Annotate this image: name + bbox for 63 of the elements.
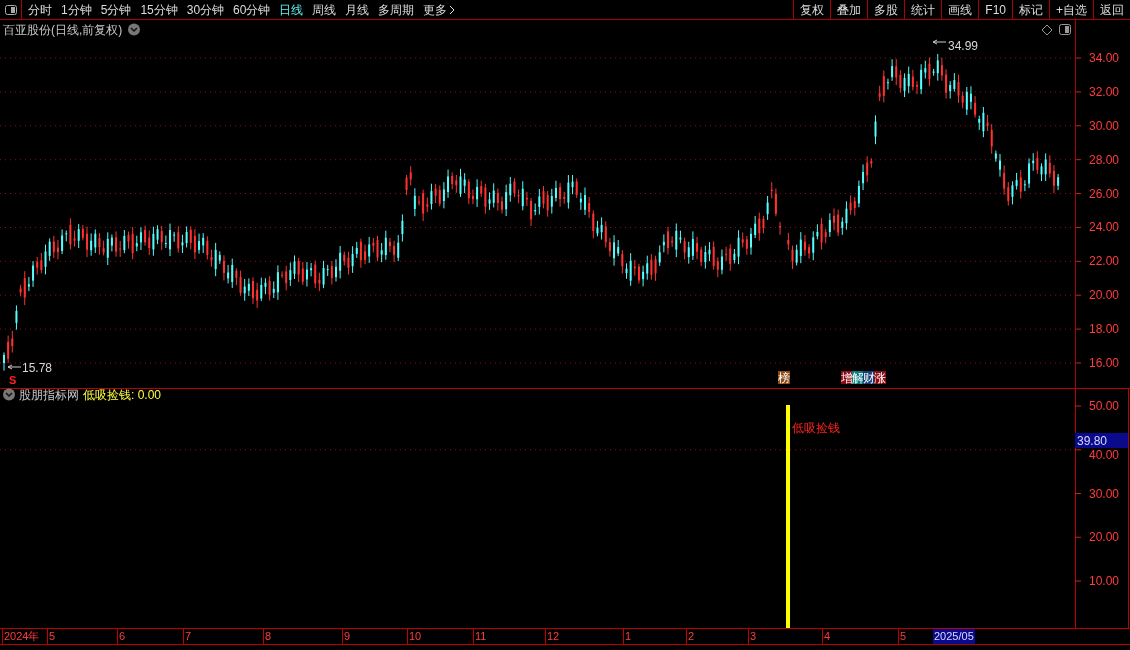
date-axis-label: 2024年 (2, 629, 40, 644)
period-tab[interactable]: 5分钟 (100, 0, 132, 19)
current-date-tag: 2025/05 (933, 629, 975, 644)
period-tab[interactable]: 30分钟 (186, 0, 225, 19)
period-tab[interactable]: 1分钟 (61, 0, 92, 19)
date-axis-label: 7 (183, 629, 192, 644)
event-badge: 涨 (874, 371, 886, 384)
date-axis-label: 9 (342, 629, 351, 644)
price-axis-label: 28.00 (1089, 152, 1120, 167)
signal-marker: S (9, 374, 17, 386)
toolbar-button[interactable]: 复权 (793, 0, 831, 19)
toolbar-button[interactable]: 标记 (1012, 0, 1049, 19)
chart-title: 百亚股份(日线,前复权) (3, 23, 123, 37)
indicator-axis-label: 40.00 (1089, 447, 1120, 462)
event-badge: 财 (863, 371, 875, 384)
price-axis-label: 18.00 (1089, 322, 1120, 337)
price-axis-label: 30.00 (1089, 118, 1120, 133)
date-axis-label: 5 (898, 629, 907, 644)
date-axis-label: 8 (263, 629, 272, 644)
price-axis-label: 26.00 (1089, 186, 1120, 201)
period-tab[interactable]: 日线 (279, 0, 304, 19)
event-badge: 榜 (778, 371, 790, 384)
price-axis-label: 22.00 (1089, 254, 1120, 269)
more-button[interactable]: 更多 (423, 0, 456, 19)
toolbar-button[interactable]: 叠加 (830, 0, 868, 19)
period-tab[interactable]: 60分钟 (233, 0, 271, 19)
indicator-axis-label: 20.00 (1089, 530, 1120, 545)
price-axis-label: 16.00 (1089, 356, 1120, 370)
price-axis-label: 24.00 (1089, 220, 1120, 235)
date-axis-label: 11 (473, 629, 487, 644)
price-axis-label: 20.00 (1089, 288, 1120, 303)
toolbar-button[interactable]: F10 (978, 0, 1012, 19)
high-price-label: 34.99 (948, 39, 979, 53)
date-axis-label: 1 (623, 629, 632, 644)
date-axis-label: 3 (748, 629, 757, 644)
indicator-axis-label: 50.00 (1089, 399, 1120, 413)
indicator-source: 股朋指标网 (19, 388, 79, 402)
toolbar-button[interactable]: 返回 (1093, 0, 1130, 19)
toolbar-button[interactable]: 统计 (904, 0, 942, 19)
period-tab[interactable]: 多周期 (378, 0, 415, 19)
date-axis-label: 6 (117, 629, 126, 644)
low-price-label: 15.78 (22, 361, 53, 375)
current-value-tag: 39.80 (1075, 433, 1128, 448)
event-badge: 解 (852, 371, 864, 384)
date-axis-label: 5 (47, 629, 56, 644)
signal-label: 低吸捡钱 (792, 421, 840, 435)
toolbar-button[interactable]: 多股 (867, 0, 905, 19)
date-axis-label: 12 (545, 629, 560, 644)
price-axis-label: 34.00 (1089, 51, 1120, 65)
period-tab[interactable]: 周线 (312, 0, 337, 19)
date-axis-label: 2 (686, 629, 695, 644)
indicator-axis-label: 10.00 (1089, 574, 1120, 588)
indicator-axis-label: 30.00 (1089, 486, 1120, 501)
toolbar-button[interactable]: 画线 (941, 0, 979, 19)
date-axis-label: 10 (407, 629, 422, 644)
toolbar-button[interactable]: +自选 (1049, 0, 1093, 19)
indicator-readout: 低吸捡钱: 0.00 (83, 388, 162, 402)
date-axis-label: 4 (822, 629, 831, 644)
period-tab[interactable]: 分时 (28, 0, 52, 19)
period-tab[interactable]: 15分钟 (140, 0, 178, 19)
event-badge: 增 (841, 371, 853, 384)
price-axis-label: 32.00 (1089, 84, 1120, 99)
period-tab[interactable]: 月线 (345, 0, 370, 19)
